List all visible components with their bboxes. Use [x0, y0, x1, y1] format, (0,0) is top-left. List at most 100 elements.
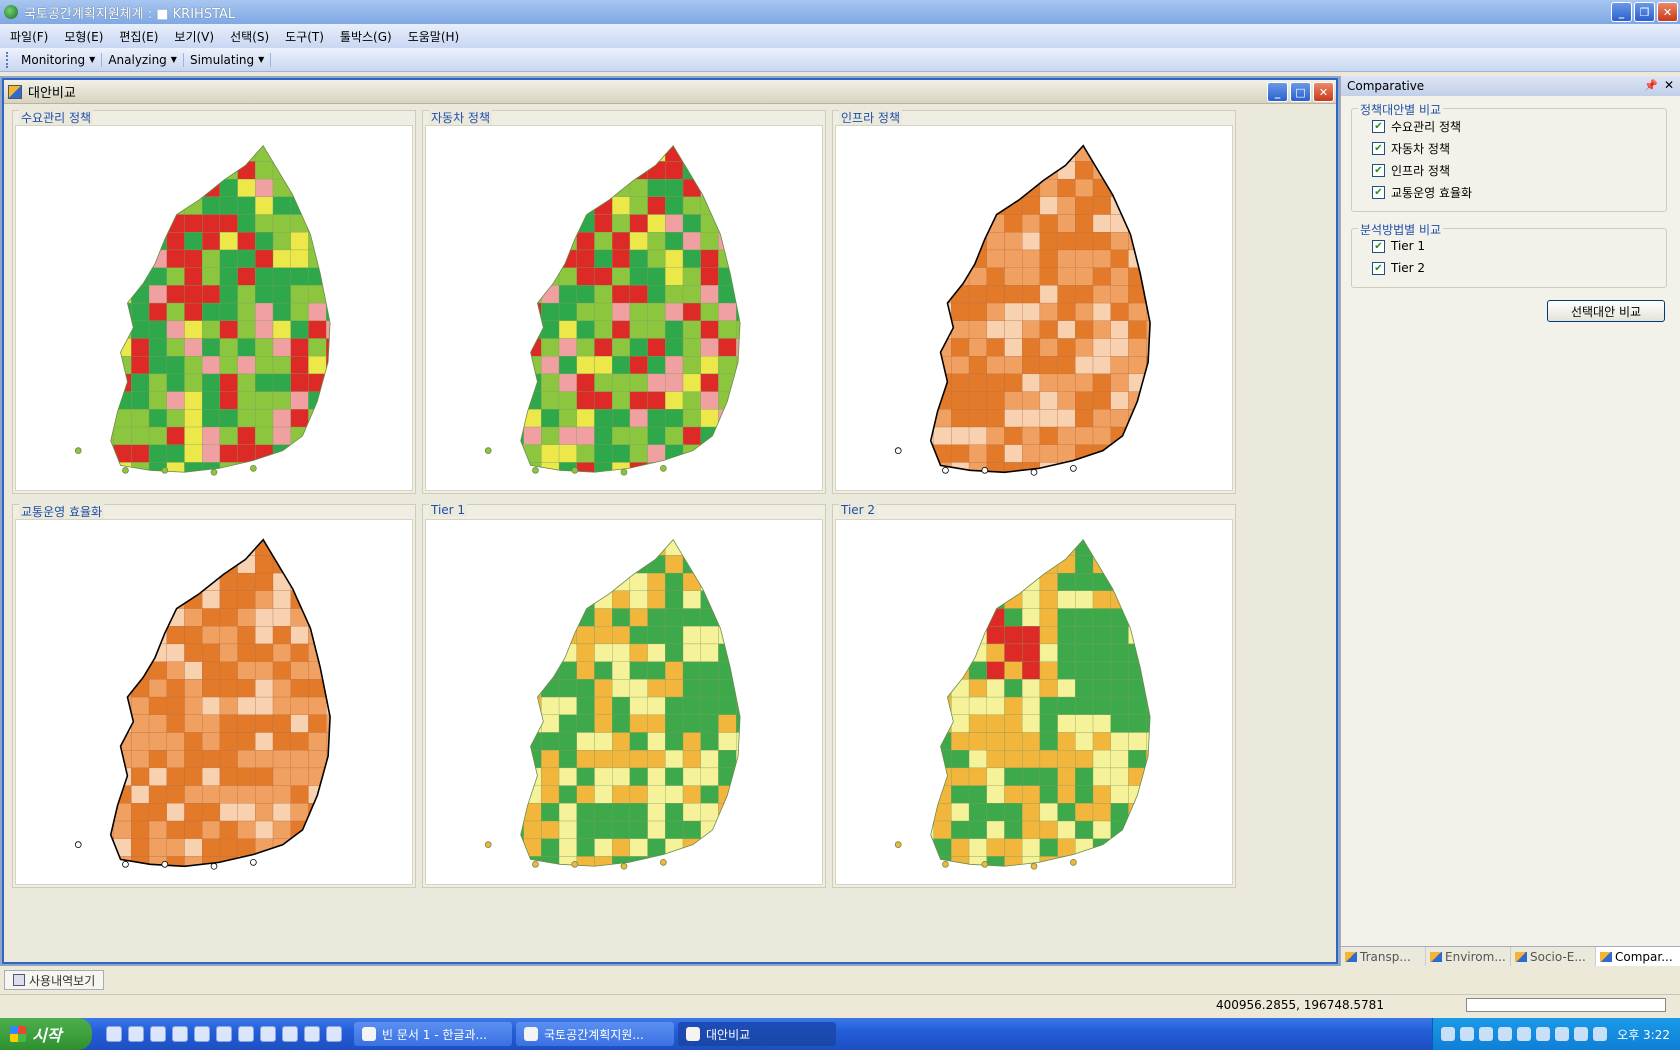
checkbox-infra[interactable]: ✔ 인프라 정책 [1352, 159, 1666, 181]
map-region [219, 539, 238, 556]
map-canvas[interactable] [425, 125, 823, 491]
map-title: 자동차 정책 [429, 109, 493, 126]
map-region [934, 874, 952, 884]
quick-launch-icon[interactable] [326, 1026, 342, 1042]
checkbox-vehicle[interactable]: ✔ 자동차 정책 [1352, 137, 1666, 159]
tray-icon[interactable] [1479, 1027, 1493, 1041]
tab-environment[interactable]: Envirom... [1426, 947, 1511, 966]
map-canvas[interactable] [425, 519, 823, 885]
child-maximize-button[interactable]: □ [1290, 82, 1311, 102]
tab-socio-economic[interactable]: Socio-E... [1511, 947, 1596, 966]
tray-icon[interactable] [1498, 1027, 1512, 1041]
map-region [290, 572, 309, 591]
map-region [1039, 539, 1058, 556]
map-region [524, 874, 542, 884]
map-region [255, 608, 274, 627]
tray-icon[interactable] [1460, 1027, 1474, 1041]
quick-launch-icon[interactable] [216, 1026, 232, 1042]
map-region [523, 338, 542, 357]
toolbar-grip[interactable] [6, 51, 9, 68]
tray-icon[interactable] [1441, 1027, 1455, 1041]
checkbox-tier1[interactable]: ✔ Tier 1 [1352, 235, 1666, 257]
map-region [612, 444, 631, 463]
map-region [148, 555, 167, 574]
tray-icon[interactable] [1574, 1027, 1588, 1041]
quick-launch-icon[interactable] [150, 1026, 166, 1042]
pin-icon[interactable]: 📌 [1644, 79, 1658, 92]
map-region [326, 214, 331, 233]
map-region [612, 302, 631, 321]
quick-launch-icon[interactable] [128, 1026, 144, 1042]
monitoring-dropdown[interactable]: Monitoring ▼ [15, 52, 103, 67]
map-region [612, 696, 631, 715]
map-region [612, 732, 631, 751]
map-canvas[interactable] [835, 519, 1233, 885]
map-region [558, 732, 577, 751]
quick-launch-icon[interactable] [282, 1026, 298, 1042]
map-region [1057, 767, 1076, 786]
map-region [1057, 356, 1076, 375]
map-region [166, 767, 185, 786]
analyzing-dropdown[interactable]: Analyzing ▼ [102, 52, 184, 67]
menu-model[interactable]: 모형(E) [64, 28, 103, 45]
history-tab[interactable]: 사용내역보기 [4, 970, 105, 990]
map-region [523, 820, 542, 839]
map-region [968, 643, 987, 662]
quick-launch-icon[interactable] [260, 1026, 276, 1042]
task-hangul[interactable]: 빈 문서 1 - 한글과... [354, 1022, 512, 1046]
map-region [665, 426, 684, 445]
close-icon[interactable]: ✕ [1664, 78, 1674, 92]
task-compare[interactable]: 대안비교 [678, 1022, 836, 1046]
map-region [700, 320, 719, 339]
quick-launch-icon[interactable] [194, 1026, 210, 1042]
map-region [520, 145, 524, 162]
map-region [1110, 267, 1129, 286]
menu-select[interactable]: 선택(S) [230, 28, 269, 45]
simulating-dropdown[interactable]: Simulating ▼ [184, 52, 272, 67]
map-region [1057, 302, 1076, 321]
tray-icon[interactable] [1593, 1027, 1607, 1041]
compare-selected-button[interactable]: 선택대안 비교 [1547, 300, 1665, 322]
checkbox-traffic-ops[interactable]: ✔ 교통운영 효율화 [1352, 181, 1666, 203]
quick-launch-icon[interactable] [304, 1026, 320, 1042]
tray-icon[interactable] [1555, 1027, 1569, 1041]
restore-button[interactable]: ❐ [1634, 2, 1655, 22]
checkbox-demand[interactable]: ✔ 수요관리 정책 [1352, 115, 1666, 137]
map-region [237, 373, 256, 392]
map-region [951, 126, 969, 144]
checkbox-tier2[interactable]: ✔ Tier 2 [1352, 257, 1666, 279]
menu-edit[interactable]: 편집(E) [119, 28, 158, 45]
task-label: 국토공간계획지원... [544, 1027, 644, 1042]
child-minimize-button[interactable]: _ [1267, 82, 1288, 102]
map-region [1128, 126, 1146, 144]
quick-launch-icon[interactable] [172, 1026, 188, 1042]
tray-icon[interactable] [1536, 1027, 1550, 1041]
tab-transport[interactable]: Transp... [1341, 947, 1426, 966]
map-region [951, 803, 970, 822]
tray-icon[interactable] [1517, 1027, 1531, 1041]
menu-file[interactable]: 파일(F) [10, 28, 48, 45]
minimize-button[interactable]: _ [1611, 2, 1632, 22]
menu-view[interactable]: 보기(V) [174, 28, 214, 45]
menu-toolbox[interactable]: 툴박스(G) [340, 28, 392, 45]
compare-window-titlebar[interactable]: 대안비교 _ □ ✕ [4, 80, 1336, 104]
map-canvas[interactable] [835, 125, 1233, 491]
map-region [113, 232, 132, 251]
map-canvas[interactable] [15, 125, 413, 491]
map-canvas[interactable] [15, 519, 413, 885]
map-region [1092, 356, 1111, 375]
tab-comparative[interactable]: Compar... [1596, 947, 1680, 966]
child-close-button[interactable]: ✕ [1313, 82, 1334, 102]
map-region [237, 696, 256, 715]
quick-launch-icon[interactable] [238, 1026, 254, 1042]
menu-help[interactable]: 도움말(H) [408, 28, 460, 45]
menu-tools[interactable]: 도구(T) [285, 28, 324, 45]
map-region [131, 539, 150, 556]
close-button[interactable]: ✕ [1657, 2, 1678, 22]
task-krihstal[interactable]: 국토공간계획지원... [516, 1022, 674, 1046]
map-region [1040, 520, 1058, 538]
map-region [558, 679, 577, 698]
start-button[interactable]: 시작 [0, 1018, 92, 1050]
quick-launch-icon[interactable] [106, 1026, 122, 1042]
map-region [110, 302, 114, 321]
